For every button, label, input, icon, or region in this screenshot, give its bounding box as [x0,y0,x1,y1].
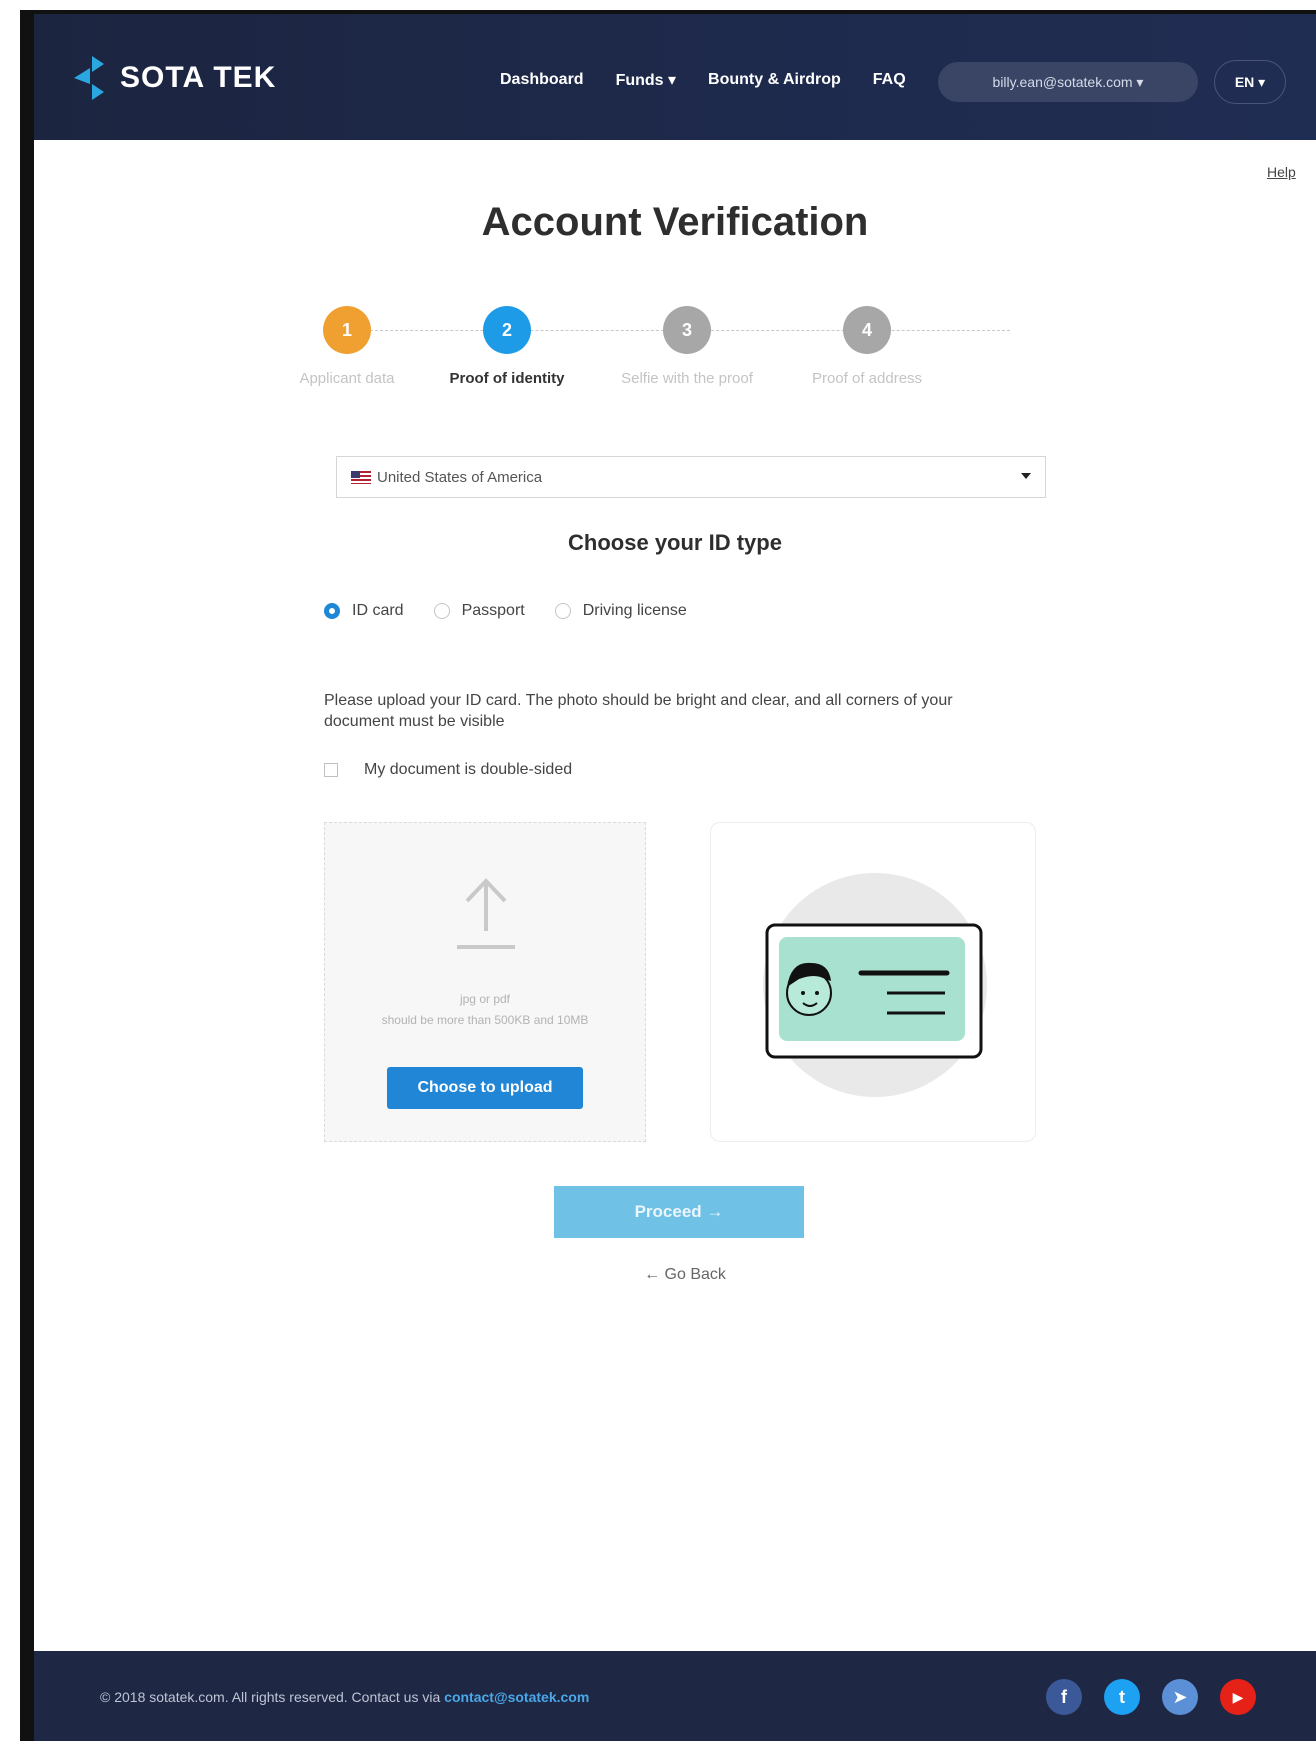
country-select[interactable]: United States of America [336,456,1046,498]
top-navbar: SOTA TEK Dashboard Funds ▾ Bounty & Aird… [34,14,1316,140]
chevron-down-icon [1021,473,1031,479]
radio-selected-icon[interactable] [324,603,340,619]
radio-id-card[interactable]: ID card [324,602,404,620]
radio-passport[interactable]: Passport [433,602,525,620]
contact-email-link[interactable]: contact@sotatek.com [444,1689,589,1705]
step-proof-of-identity: 2 Proof of identity [417,306,597,387]
radio-label: Passport [461,602,525,619]
id-card-example-panel [710,822,1036,1142]
radio-label: ID card [352,602,404,619]
step-applicant-data: 1 Applicant data [257,306,437,387]
nav-funds-dropdown[interactable]: Funds ▾ [616,70,676,90]
upload-size-hint: should be more than 500KB and 10MB [381,1013,589,1027]
id-type-radio-group: ID card Passport Driving license [324,602,717,620]
sotatek-logo-icon [74,56,104,100]
radio-driving-license[interactable]: Driving license [554,602,687,620]
browser-frame [20,10,1316,1741]
youtube-icon[interactable]: ▶ [1220,1679,1256,1715]
upload-instructions: Please upload your ID card. The photo sh… [324,692,953,730]
language-dropdown[interactable]: EN ▾ [1214,60,1286,104]
copyright-text: © 2018 sotatek.com. All rights reserved.… [100,1689,445,1705]
nav-dashboard[interactable]: Dashboard [500,71,584,89]
upload-hint: jpg or pdf should be more than 500KB and… [361,989,609,1031]
brand-logo[interactable]: SOTA TEK [70,54,276,102]
country-select-value: United States of America [377,468,543,486]
page-title: Account Verification [481,200,869,244]
facebook-icon[interactable]: f [1046,1679,1082,1715]
upload-format-hint: jpg or pdf [459,992,511,1006]
nav-bounty-airdrop[interactable]: Bounty & Airdrop [708,71,841,89]
telegram-icon[interactable]: ➤ [1162,1679,1198,1715]
step-label: Proof of address [811,370,923,387]
upload-dropzone[interactable]: jpg or pdf should be more than 500KB and… [324,822,646,1142]
brand-name: SOTA TEK [120,61,277,94]
radio-unselected-icon[interactable] [554,603,571,619]
user-account-dropdown[interactable]: billy.ean@sotatek.com ▾ [938,62,1198,102]
upload-arrow-icon [457,878,515,949]
step-number: 1 [323,306,371,354]
nav-faq[interactable]: FAQ [873,71,906,89]
id-type-heading: Choose your ID type [568,530,782,555]
double-sided-option[interactable]: My document is double-sided [324,761,572,779]
double-sided-checkbox[interactable] [324,763,338,777]
step-number: 3 [663,306,711,354]
proceed-button[interactable]: Proceed → [554,1186,804,1238]
us-flag-icon [351,470,371,484]
step-number: 2 [483,306,531,354]
twitter-icon[interactable]: t [1104,1679,1140,1715]
radio-unselected-icon[interactable] [433,603,450,619]
step-label: Selfie with the proof [621,370,753,387]
help-link[interactable]: Help [1267,164,1296,180]
footer-copyright: © 2018 sotatek.com. All rights reserved.… [100,1689,589,1705]
main-nav: Dashboard Funds ▾ Bounty & Airdrop FAQ [500,70,938,90]
step-number: 4 [843,306,891,354]
site-footer: © 2018 sotatek.com. All rights reserved.… [34,1651,1316,1741]
step-selfie-with-proof: 3 Selfie with the proof [597,306,777,387]
step-label: Applicant data [299,370,395,387]
choose-to-upload-button[interactable]: Choose to upload [387,1067,583,1109]
step-proof-of-address: 4 Proof of address [777,306,957,387]
step-label: Proof of identity [449,370,565,387]
double-sided-label: My document is double-sided [364,761,573,778]
verification-stepper: 1 Applicant data 2 Proof of identity 3 S… [299,306,1060,416]
go-back-link[interactable]: ← Go Back [620,1266,750,1284]
id-card-illustration-icon [763,873,987,1097]
radio-label: Driving license [582,602,687,619]
